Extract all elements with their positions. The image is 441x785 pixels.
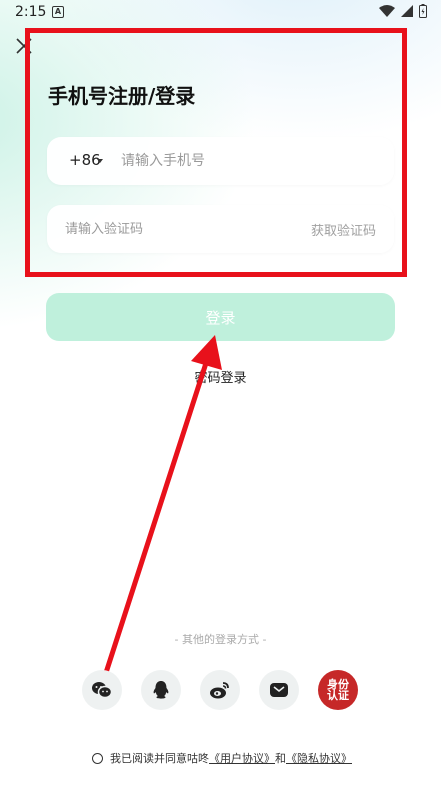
agreement-radio[interactable] bbox=[92, 752, 103, 764]
notification-a-icon: A bbox=[52, 6, 64, 18]
mail-icon bbox=[270, 683, 288, 697]
get-code-button[interactable]: 获取验证码 bbox=[311, 220, 376, 239]
wechat-login-button[interactable] bbox=[82, 670, 122, 710]
phone-input[interactable] bbox=[121, 147, 371, 175]
status-right bbox=[379, 4, 427, 18]
user-agreement-link[interactable]: 《用户协议》 bbox=[209, 750, 275, 766]
other-login-label: - 其他的登录方式 - bbox=[174, 633, 267, 646]
mail-login-button[interactable] bbox=[259, 670, 299, 710]
agreement-row: 我已阅读并同意咕咚 《用户协议》 和 《隐私协议》 bbox=[92, 750, 352, 766]
status-bar: 2:15 A bbox=[0, 0, 441, 26]
close-button[interactable] bbox=[14, 36, 34, 56]
password-login-link[interactable]: 密码登录 bbox=[0, 367, 441, 386]
page-title: 手机号注册/登录 bbox=[48, 84, 196, 108]
id-auth-login-button[interactable]: 身份认证 bbox=[318, 670, 358, 710]
annotation-arrow bbox=[100, 335, 222, 685]
qq-login-button[interactable] bbox=[141, 670, 181, 710]
wechat-icon bbox=[92, 682, 113, 699]
phone-field: +86 bbox=[47, 137, 394, 185]
signal-icon bbox=[401, 5, 413, 17]
login-button[interactable]: 登录 bbox=[46, 293, 395, 341]
id-auth-icon: 身份认证 bbox=[327, 678, 349, 702]
caret-down-icon[interactable] bbox=[97, 159, 103, 163]
status-time: 2:15 bbox=[15, 4, 47, 20]
verification-code-field: 获取验证码 bbox=[47, 205, 394, 253]
weibo-icon bbox=[210, 682, 229, 699]
close-icon bbox=[16, 38, 32, 54]
verification-code-input[interactable] bbox=[65, 215, 265, 243]
agreement-prefix: 我已阅读并同意咕咚 bbox=[110, 752, 209, 765]
qq-icon bbox=[153, 681, 169, 699]
agreement-and: 和 bbox=[275, 752, 286, 765]
battery-icon bbox=[419, 4, 427, 18]
weibo-login-button[interactable] bbox=[200, 670, 240, 710]
wifi-icon bbox=[379, 5, 395, 17]
privacy-policy-link[interactable]: 《隐私协议》 bbox=[286, 750, 352, 766]
country-code-selector[interactable]: +86 bbox=[69, 151, 101, 169]
